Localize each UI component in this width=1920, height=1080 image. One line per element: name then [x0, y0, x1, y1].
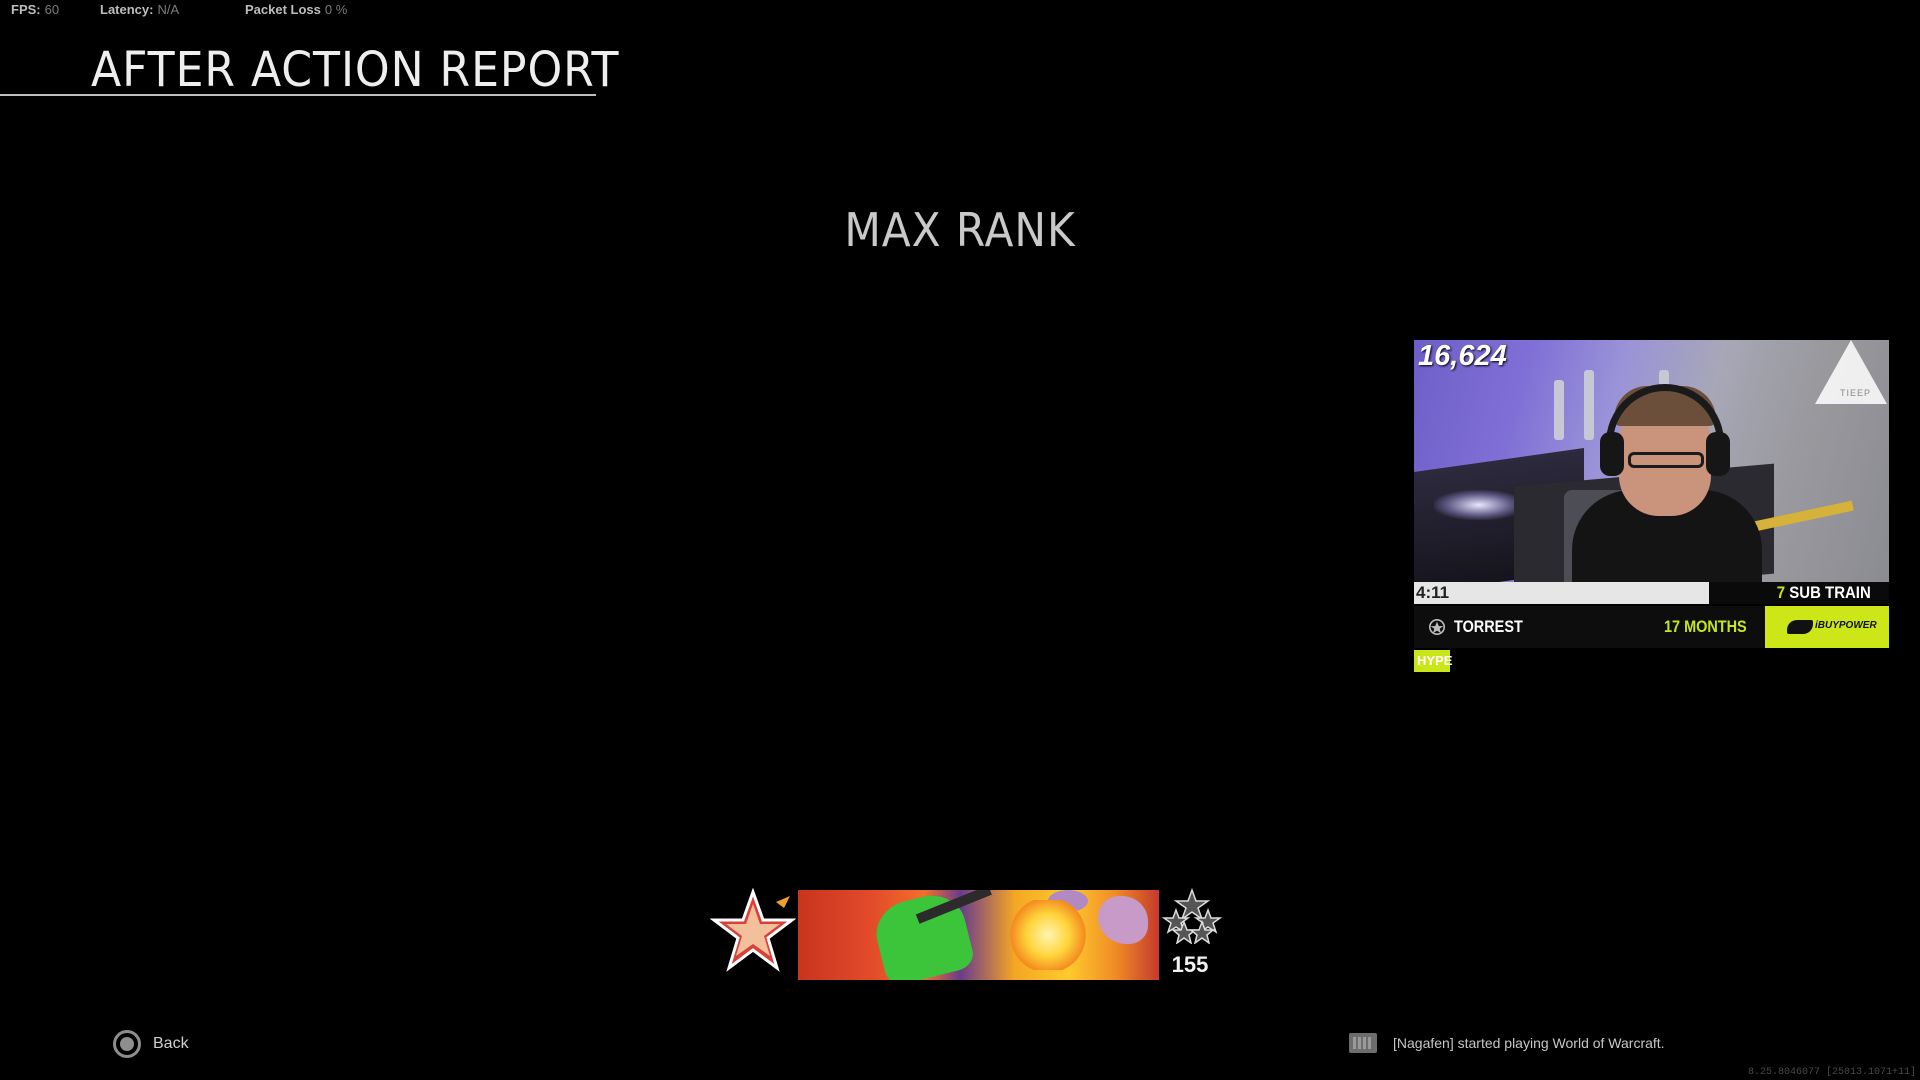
back-button[interactable]: Back [113, 1029, 189, 1059]
social-notification: [Nagafen] started playing World of Warcr… [1349, 1032, 1665, 1054]
build-version: 8.25.8046077 [25013.1071+11] [1747, 1067, 1916, 1078]
fps-stat: FPS: 60 [11, 2, 100, 18]
notification-text: [Nagafen] started playing World of Warcr… [1393, 1035, 1665, 1051]
title-underline [0, 94, 596, 96]
subscriber-badge-icon [1428, 618, 1446, 636]
max-rank-text: MAX RANK [844, 203, 1076, 257]
prestige-stars-icon [1162, 888, 1222, 944]
sub-train-timer: 4:11 [1416, 583, 1450, 602]
fps-value: 60 [44, 2, 60, 17]
channel-logo-text: TIEEP [1839, 388, 1871, 398]
page-title: AFTER ACTION REPORT [91, 42, 620, 98]
subscriber-duration: 17 MONTHS [1664, 617, 1747, 636]
network-stats: FPS: 60 Latency: N/A Packet Loss 0 % [11, 2, 347, 18]
sub-train-progress [1414, 582, 1709, 604]
sponsor-logo: iBUYPOWER [1765, 606, 1889, 648]
sub-train-text: SUB TRAIN [1789, 583, 1871, 602]
trophy-icon [1554, 380, 1564, 440]
max-rank-heading: MAX RANK [77, 203, 1843, 257]
circle-button-icon [113, 1030, 141, 1058]
calling-card [798, 890, 1159, 980]
back-label: Back [153, 1035, 189, 1052]
viewer-count: 16,624 [1418, 340, 1507, 372]
latency-stat: Latency: N/A [100, 2, 245, 18]
subscriber-alert: TORREST 17 MONTHS iBUYPOWER [1414, 606, 1889, 648]
packet-loss-stat: Packet Loss 0 % [245, 2, 347, 18]
webcam-feed: TIEEP [1414, 340, 1889, 582]
packet-loss-label: Packet Loss [245, 2, 321, 17]
subscriber-name: TORREST [1454, 617, 1523, 636]
hype-label: HYPE [1417, 653, 1453, 668]
webcam-overlay: TIEEP 16,624 [1414, 340, 1889, 582]
trophy-icon [1584, 370, 1594, 440]
sub-train-bar: 4:11 7 SUB TRAIN [1414, 582, 1889, 604]
prestige-level: 155 [1171, 952, 1209, 977]
soldier-illustration [869, 890, 977, 980]
sub-train-count: 7 [1777, 583, 1786, 602]
rank-star-emblem-icon [710, 888, 796, 972]
sub-train-label: 7 SUB TRAIN [1777, 583, 1871, 603]
packet-loss-value: 0 % [324, 2, 348, 17]
latency-label: Latency: [100, 2, 154, 17]
fps-label: FPS: [11, 2, 41, 17]
keyboard-icon [1349, 1033, 1377, 1053]
sponsor-text: iBUYPOWER [1815, 620, 1877, 631]
latency-value: N/A [157, 2, 180, 17]
hype-badge: HYPE [1414, 650, 1453, 672]
sponsor-bird-icon [1787, 620, 1813, 634]
prestige-badge: 155 [1162, 888, 1222, 980]
